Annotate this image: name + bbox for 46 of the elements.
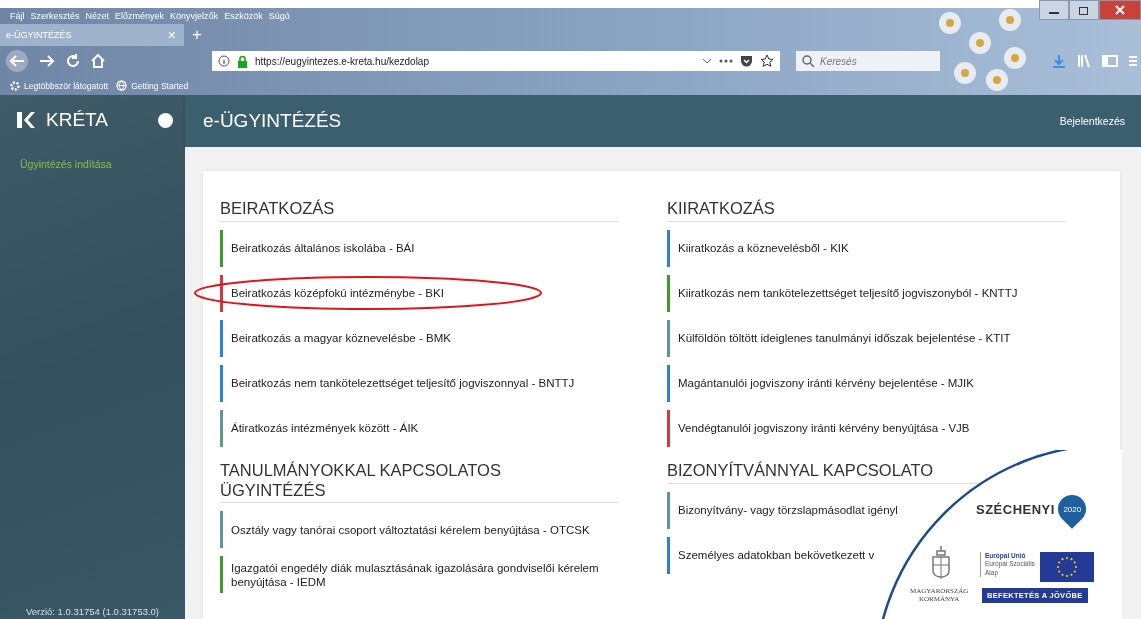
bookmark-link[interactable]: Legtöbbször látogatott — [10, 80, 109, 91]
version-text: Verzió: 1.0.31754 (1.0.31753.0) — [24, 606, 161, 619]
service-link[interactable]: Személyes adatokban bekövetkezett v — [667, 536, 875, 574]
service-link[interactable]: Igazgatói engedély diák mulasztásának igazolására gondviselői kérelem benyújtása - IEDM — [220, 556, 618, 594]
login-link[interactable]: Bejelentkezés — [1059, 115, 1125, 127]
sidebar-item[interactable]: Ügyintézés indítása — [0, 145, 185, 170]
service-link[interactable]: Beiratkozás nem tankötelezettséget teljesítő jogviszonnyal - BNTTJ — [220, 364, 575, 402]
forward-icon[interactable] — [39, 54, 55, 68]
info-icon[interactable] — [218, 55, 230, 67]
url-field[interactable]: https://eugyintezes.e-kreta.hu/kezdolap — [212, 51, 780, 71]
eu-flag-icon — [1040, 552, 1094, 582]
menu-item[interactable]: Szerkesztés — [30, 11, 80, 21]
service-link[interactable]: Vendégtanulói jogviszony iránti kérvény benyújtása - VJB — [667, 409, 970, 447]
service-link[interactable]: Magántanulói jogviszony iránti kérvény bejelentése - MJIK — [667, 364, 974, 402]
service-link[interactable]: Külföldön töltött ideiglenes tanulmányi időszak bejelentése - KTIT — [667, 319, 1011, 357]
service-link[interactable]: Kiiratkozás nem tankötelezettséget teljesítő jogviszonyból - KNTTJ — [667, 274, 1018, 312]
section-heading: KIIRATKOZÁS — [667, 199, 1065, 222]
service-link[interactable]: Bizonyítvány- vagy törzslapmásodlat igényl — [667, 491, 898, 529]
lock-icon — [237, 54, 248, 68]
globe-icon — [116, 80, 128, 91]
page-title: e-ÜGYINTÉZÉS — [203, 110, 342, 132]
gear-icon — [10, 80, 20, 91]
badge-title: SZÉCHENYI — [976, 502, 1055, 517]
search-field[interactable]: Keresés — [796, 51, 940, 71]
search-icon — [802, 55, 815, 68]
service-link[interactable]: Átiratkozás intézmények között - ÁIK — [220, 409, 419, 447]
app-logo-text: KRÉTA — [46, 109, 108, 131]
pocket-icon[interactable] — [740, 55, 753, 67]
service-link[interactable]: Beiratkozás általános iskolába - BÁI — [220, 229, 415, 267]
section-heading: TANULMÁNYOKKAL KAPCSOLATOS ÜGYINTÉZÉS — [220, 460, 618, 504]
dropdown-icon[interactable] — [702, 57, 712, 65]
service-link[interactable]: Osztály vagy tanórai csoport változtatási kérelem benyújtása - OTCSK — [220, 511, 590, 549]
restore-icon[interactable] — [1069, 0, 1099, 20]
minimize-icon[interactable] — [1039, 0, 1069, 20]
service-link[interactable]: Kiiratkozás a köznevelésből - KIK — [667, 229, 849, 267]
logo-icon — [16, 111, 36, 129]
toggle-dot-icon[interactable] — [158, 112, 173, 128]
star-icon[interactable] — [760, 54, 774, 68]
section-heading: BEIRATKOZÁS — [220, 199, 618, 222]
service-link[interactable]: Beiratkozás a magyar köznevelésbe - BMK — [220, 319, 451, 357]
back-icon[interactable] — [6, 50, 28, 72]
reload-icon[interactable] — [66, 54, 80, 68]
close-icon[interactable] — [1099, 0, 1141, 20]
menu-item[interactable]: Fájl — [10, 11, 25, 21]
home-icon[interactable] — [91, 54, 105, 68]
more-icon[interactable] — [719, 59, 733, 63]
